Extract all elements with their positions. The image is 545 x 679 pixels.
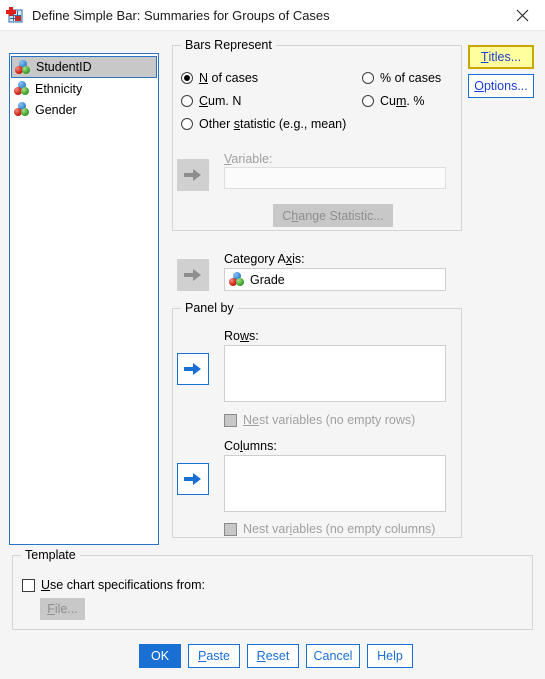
list-item-label: Gender bbox=[35, 102, 77, 117]
radio-cum-pct[interactable]: Cum. % bbox=[362, 94, 424, 108]
radio-label: of cases bbox=[208, 71, 259, 85]
radio-indicator bbox=[181, 95, 193, 107]
radio-n-of-cases[interactable]: N of cases bbox=[181, 71, 258, 85]
radio-label: um. N bbox=[208, 94, 242, 108]
radio-label: of cases bbox=[391, 71, 442, 85]
radio-indicator bbox=[362, 95, 374, 107]
checkbox-indicator bbox=[22, 578, 35, 592]
list-item[interactable]: Ethnicity bbox=[10, 78, 158, 99]
columns-field[interactable] bbox=[224, 455, 446, 512]
move-to-rows-button[interactable] bbox=[177, 353, 209, 385]
arrow-right-icon bbox=[184, 169, 201, 181]
radio-mnemonic: N bbox=[199, 71, 209, 85]
window-title: Define Simple Bar: Summaries for Groups … bbox=[32, 7, 330, 23]
columns-label: Columns: bbox=[224, 439, 277, 453]
radio-label: tatistic (e.g., mean) bbox=[240, 117, 347, 131]
radio-indicator bbox=[362, 72, 374, 84]
nest-rows-checkbox: Nest variables (no empty rows) bbox=[224, 413, 415, 427]
template-legend: Template bbox=[21, 548, 80, 562]
nominal-variable-icon bbox=[14, 102, 30, 117]
move-to-variable-button bbox=[177, 159, 209, 191]
source-variable-list[interactable]: StudentID Ethnicity Gender bbox=[9, 53, 159, 545]
radio-label-pre: Other bbox=[199, 117, 234, 131]
options-button[interactable]: Options... bbox=[468, 74, 534, 98]
radio-pct-of-cases[interactable]: % of cases bbox=[362, 71, 441, 85]
titles-button[interactable]: Titles... bbox=[468, 45, 534, 69]
radio-mnemonic: m bbox=[395, 94, 407, 108]
category-axis-field[interactable]: Grade bbox=[224, 268, 446, 291]
rows-label: Rows: bbox=[224, 329, 259, 343]
file-button: File... bbox=[40, 598, 85, 620]
radio-label: . % bbox=[406, 94, 425, 108]
spss-bar-chart-icon bbox=[6, 6, 24, 24]
arrow-right-icon bbox=[184, 269, 201, 281]
nominal-variable-icon bbox=[15, 59, 31, 75]
paste-button[interactable]: Paste bbox=[188, 644, 240, 668]
checkbox-indicator bbox=[224, 413, 237, 427]
arrow-right-icon bbox=[184, 363, 201, 375]
cancel-button[interactable]: Cancel bbox=[306, 644, 360, 668]
list-item[interactable]: Gender bbox=[10, 99, 158, 120]
radio-mnemonic: C bbox=[199, 94, 209, 108]
list-item[interactable]: StudentID bbox=[11, 56, 157, 78]
title-bar: Define Simple Bar: Summaries for Groups … bbox=[0, 0, 545, 31]
rows-field[interactable] bbox=[224, 345, 446, 402]
close-icon[interactable] bbox=[500, 0, 545, 30]
radio-label-pre: Cu bbox=[380, 94, 396, 108]
move-to-category-axis-button bbox=[177, 259, 209, 291]
arrow-right-icon bbox=[184, 473, 201, 485]
radio-cum-n[interactable]: Cum. N bbox=[181, 94, 241, 108]
checkbox-indicator bbox=[224, 522, 237, 536]
radio-indicator bbox=[181, 118, 193, 130]
radio-mnemonic: % bbox=[380, 71, 392, 85]
variable-label: Variable: bbox=[224, 152, 273, 166]
nest-columns-checkbox: Nest variables (no empty columns) bbox=[224, 522, 435, 536]
template-group: Template bbox=[12, 548, 533, 630]
nominal-variable-icon bbox=[229, 272, 245, 287]
nominal-variable-icon bbox=[14, 81, 30, 96]
list-item-label: Ethnicity bbox=[35, 81, 83, 96]
category-axis-label: Category Axis: bbox=[224, 252, 305, 266]
radio-indicator bbox=[181, 72, 193, 84]
radio-other-statistic[interactable]: Other statistic (e.g., mean) bbox=[181, 117, 346, 131]
category-axis-value: Grade bbox=[250, 272, 285, 287]
ok-button[interactable]: OK bbox=[139, 644, 181, 668]
move-to-columns-button[interactable] bbox=[177, 463, 209, 495]
variable-field bbox=[224, 167, 446, 189]
help-button[interactable]: Help bbox=[367, 644, 413, 668]
panel-by-legend: Panel by bbox=[181, 301, 238, 315]
list-item-label: StudentID bbox=[36, 60, 92, 74]
reset-button[interactable]: Reset bbox=[247, 644, 299, 668]
use-chart-specifications-checkbox[interactable]: Use chart specifications from: bbox=[22, 578, 205, 592]
change-statistic-button: Ch ange Statistic... bbox=[273, 204, 393, 227]
bars-represent-legend: Bars Represent bbox=[181, 38, 276, 52]
